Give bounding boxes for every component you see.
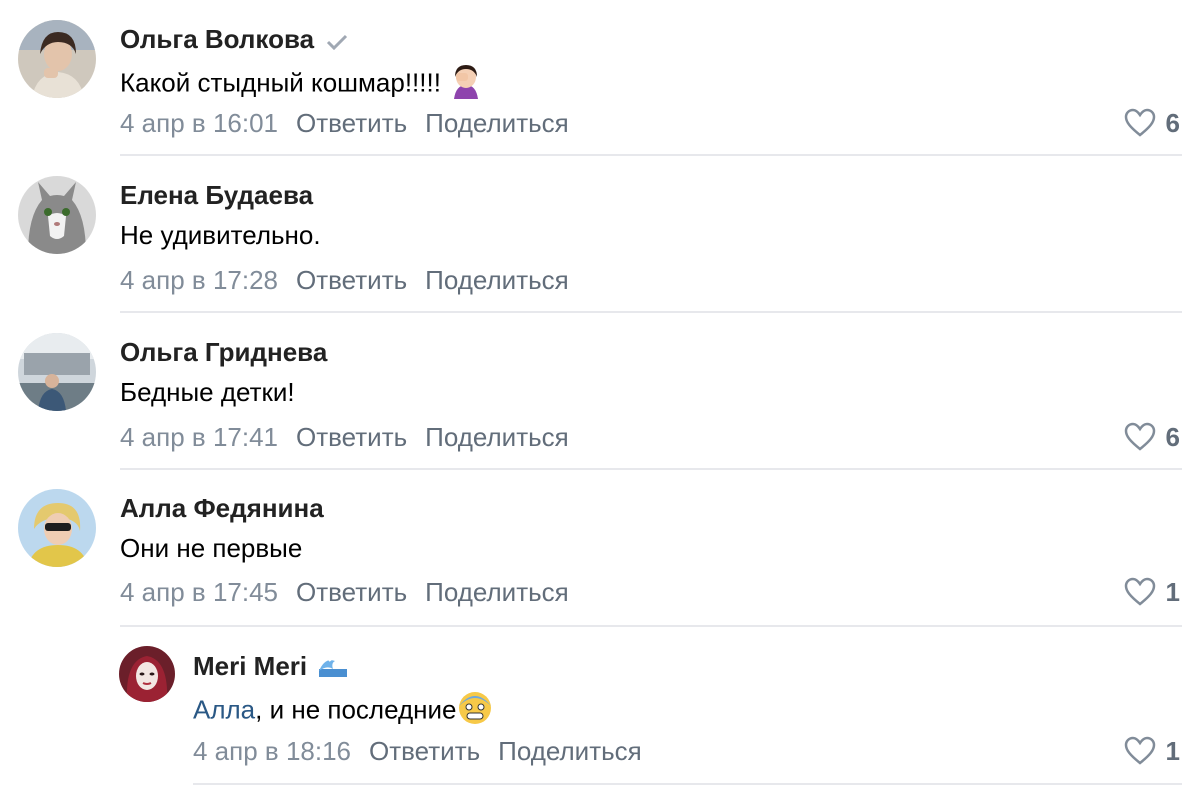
comment-author[interactable]: Елена Будаева: [120, 180, 313, 210]
author-name[interactable]: Алла Федянина: [120, 493, 324, 523]
reply-button[interactable]: Ответить: [296, 108, 407, 138]
divider: [120, 468, 1182, 470]
comment-meta: 4 апр в 18:16 Ответить Поделиться: [193, 736, 660, 766]
share-button[interactable]: Поделиться: [498, 736, 642, 766]
verified-check-icon: [326, 26, 348, 56]
avatar-photo: [119, 646, 175, 702]
comment-text: Бедные детки!: [120, 376, 295, 408]
share-button[interactable]: Поделиться: [425, 577, 569, 607]
comment-meta: 4 апр в 16:01 Ответить Поделиться: [120, 108, 587, 138]
comment-meta: 4 апр в 17:45 Ответить Поделиться: [120, 577, 587, 607]
avatar-photo: [18, 489, 96, 567]
reply-button[interactable]: Ответить: [296, 577, 407, 607]
divider: [120, 625, 1182, 627]
comment-text: Алла, и не последние: [193, 690, 493, 733]
avatar[interactable]: [18, 20, 96, 98]
like-count: 6: [1165, 108, 1180, 138]
like-count: 6: [1165, 422, 1180, 452]
like-count: 1: [1165, 577, 1180, 607]
comment-text: Они не первые: [120, 532, 302, 564]
avatar[interactable]: [18, 176, 96, 254]
comment-author[interactable]: Ольга Волкова: [120, 24, 348, 56]
divider: [120, 154, 1182, 156]
comment-date[interactable]: 4 апр в 16:01: [120, 108, 278, 138]
like-button[interactable]: 1: [1124, 736, 1180, 766]
avatar-photo: [18, 176, 96, 254]
author-name[interactable]: Meri Meri: [193, 651, 307, 681]
like-button[interactable]: 1: [1124, 577, 1180, 607]
comment-text: Не удивительно.: [120, 219, 321, 251]
comment-author[interactable]: Алла Федянина: [120, 493, 324, 523]
comment-author[interactable]: Meri Meri: [193, 651, 348, 683]
author-name[interactable]: Ольга Гриднева: [120, 337, 327, 367]
avatar-photo: [18, 20, 96, 98]
comment-text-body: , и не последние: [255, 694, 457, 725]
comment-text-body: Они не первые: [120, 533, 303, 563]
comment-text: Какой стыдный кошмар!!!!!: [120, 63, 484, 106]
avatar[interactable]: [18, 489, 96, 567]
comment-author[interactable]: Ольга Гриднева: [120, 337, 327, 367]
comment-date[interactable]: 4 апр в 17:28: [120, 265, 278, 295]
comment-text-body: Не удивительно.: [120, 220, 321, 250]
author-name[interactable]: Елена Будаева: [120, 180, 313, 210]
share-button[interactable]: Поделиться: [425, 265, 569, 295]
comment-meta: 4 апр в 17:41 Ответить Поделиться: [120, 422, 587, 452]
author-name[interactable]: Ольга Волкова: [120, 24, 314, 54]
comment-date[interactable]: 4 апр в 18:16: [193, 736, 351, 766]
fearful-face-icon: [457, 690, 493, 733]
heart-icon: [1124, 736, 1155, 765]
comment-text-body: Какой стыдный кошмар!!!!!: [120, 67, 441, 98]
comment-date[interactable]: 4 апр в 17:45: [120, 577, 278, 607]
comment-meta: 4 апр в 17:28 Ответить Поделиться: [120, 265, 587, 295]
divider: [120, 311, 1182, 313]
avatar[interactable]: [18, 333, 96, 411]
comment-text-body: Бедные детки!: [120, 377, 295, 407]
heart-icon: [1124, 577, 1155, 606]
like-button[interactable]: 6: [1124, 422, 1180, 452]
wave-icon: [319, 653, 348, 683]
reply-button[interactable]: Ответить: [369, 736, 480, 766]
divider: [193, 783, 1182, 785]
facepalm-woman-icon: [448, 63, 484, 106]
reply-button[interactable]: Ответить: [296, 422, 407, 452]
share-button[interactable]: Поделиться: [425, 422, 569, 452]
heart-icon: [1124, 422, 1155, 451]
reply-button[interactable]: Ответить: [296, 265, 407, 295]
comments-list: Ольга Волкова Какой стыдный кошмар!!!!! …: [0, 0, 1200, 793]
avatar-photo: [18, 333, 96, 411]
comment-date[interactable]: 4 апр в 17:41: [120, 422, 278, 452]
like-button[interactable]: 6: [1124, 108, 1180, 138]
heart-icon: [1124, 108, 1155, 137]
share-button[interactable]: Поделиться: [425, 108, 569, 138]
avatar[interactable]: [119, 646, 175, 702]
mention-link[interactable]: Алла: [193, 694, 255, 724]
like-count: 1: [1165, 736, 1180, 766]
